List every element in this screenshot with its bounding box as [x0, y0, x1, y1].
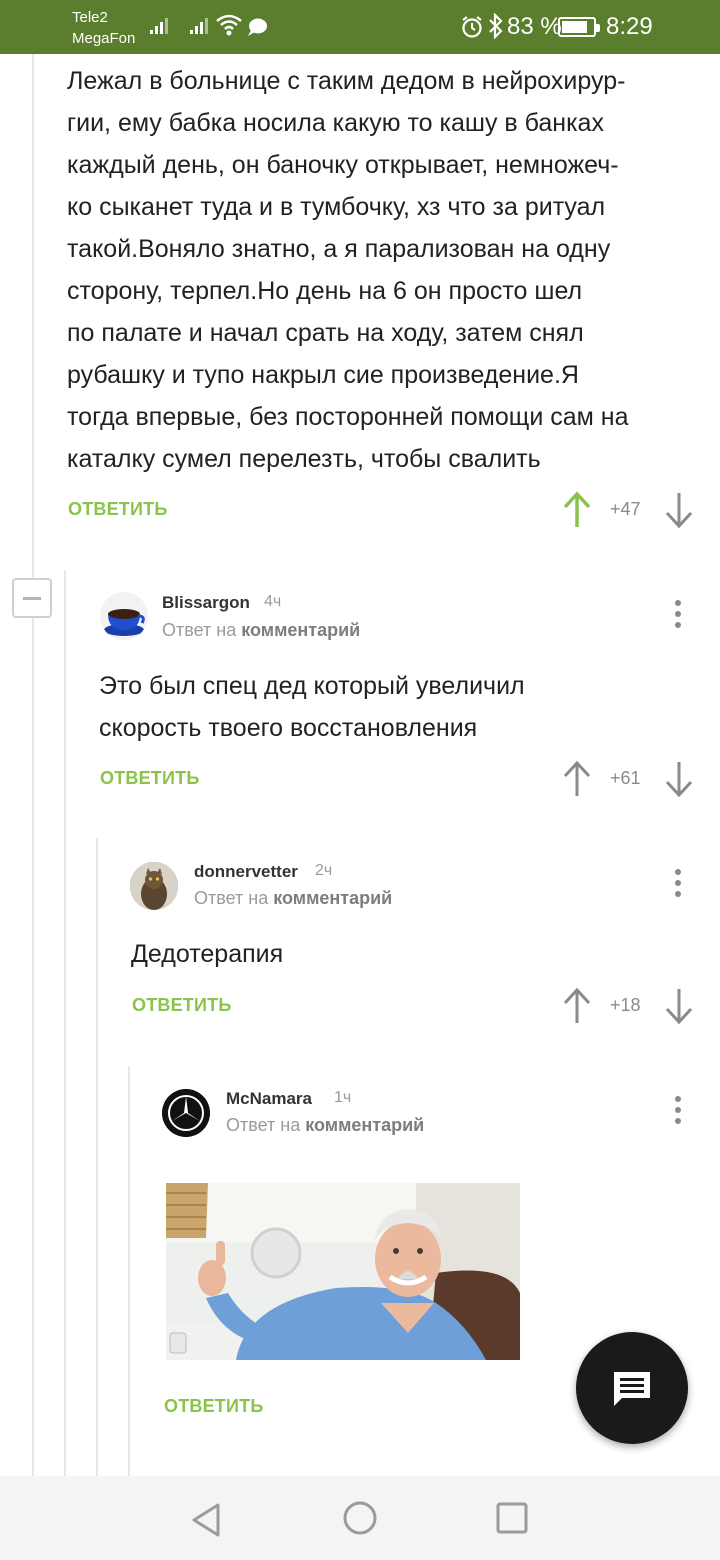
reply-to-prefix: Ответ на	[194, 888, 269, 908]
more-options-icon[interactable]	[673, 869, 683, 899]
new-comment-fab[interactable]	[576, 1332, 688, 1444]
comment-image[interactable]	[166, 1183, 520, 1360]
downvote-icon[interactable]	[664, 491, 694, 529]
reply-button[interactable]: ОТВЕТИТЬ	[68, 499, 167, 520]
thread-line	[128, 1066, 130, 1476]
author-name[interactable]: donnervetter	[194, 862, 298, 882]
collapse-thread-button[interactable]	[12, 578, 52, 618]
comment-rating: +47	[610, 499, 641, 519]
reply-to-line: Ответ на комментарий	[194, 888, 392, 909]
avatar[interactable]	[100, 592, 148, 640]
wifi-icon	[216, 14, 242, 36]
author-name[interactable]: Blissargon	[162, 593, 250, 613]
comment-time: 2ч	[315, 862, 333, 879]
reply-to-line: Ответ на комментарий	[226, 1115, 424, 1136]
recent-apps-icon[interactable]	[496, 1502, 528, 1534]
reply-to-prefix: Ответ на	[162, 620, 237, 640]
thread-line	[32, 618, 34, 1476]
signal-icon	[190, 18, 208, 34]
back-icon[interactable]	[190, 1502, 222, 1538]
comment-rating: +18	[610, 995, 641, 1015]
alarm-icon	[462, 16, 482, 38]
comment-rating: +61	[610, 768, 641, 788]
comment-text: Дедотерапия	[131, 940, 284, 968]
carrier-1: Tele2	[72, 9, 108, 26]
battery-percent: 83 %	[507, 13, 562, 40]
reply-button[interactable]: ОТВЕТИТЬ	[100, 768, 199, 789]
upvote-icon[interactable]	[562, 987, 592, 1025]
battery-icon	[558, 17, 600, 37]
downvote-icon[interactable]	[664, 760, 694, 798]
reply-to-prefix: Ответ на	[226, 1115, 301, 1135]
thread-line	[96, 838, 98, 1476]
more-options-icon[interactable]	[673, 600, 683, 630]
reply-to-link[interactable]: комментарий	[241, 620, 360, 640]
avatar[interactable]	[162, 1089, 210, 1137]
signal-icon	[150, 18, 168, 34]
carrier-names: Tele2 MegaFon	[72, 7, 135, 49]
chat-bubble-icon	[248, 18, 267, 36]
upvote-icon[interactable]	[562, 760, 592, 798]
navigation-bar	[0, 1476, 720, 1560]
comment-text: Лежал в больнице с таким дедом в нейрохи…	[67, 67, 629, 473]
avatar[interactable]	[130, 862, 178, 910]
thread-line	[32, 54, 34, 578]
comment-icon	[614, 1372, 650, 1406]
comment-time: 4ч	[264, 593, 282, 610]
reply-to-link[interactable]: комментарий	[305, 1115, 424, 1135]
home-icon[interactable]	[342, 1500, 378, 1536]
more-options-icon[interactable]	[673, 1096, 683, 1126]
carrier-2: MegaFon	[72, 30, 136, 47]
clock: 8:29	[606, 13, 653, 40]
comment-text: Это был спец дед который увеличил скорос…	[99, 672, 525, 742]
thread-line	[64, 570, 66, 1476]
reply-button[interactable]: ОТВЕТИТЬ	[164, 1396, 263, 1417]
status-bar: Tele2 MegaFon 83 % 8:29	[0, 0, 720, 54]
reply-to-link[interactable]: комментарий	[273, 888, 392, 908]
author-name[interactable]: McNamara	[226, 1089, 312, 1109]
upvote-icon[interactable]	[562, 491, 592, 529]
comment-time: 1ч	[334, 1089, 352, 1106]
reply-button[interactable]: ОТВЕТИТЬ	[132, 995, 231, 1016]
bluetooth-icon	[489, 13, 503, 39]
reply-to-line: Ответ на комментарий	[162, 620, 360, 641]
downvote-icon[interactable]	[664, 987, 694, 1025]
